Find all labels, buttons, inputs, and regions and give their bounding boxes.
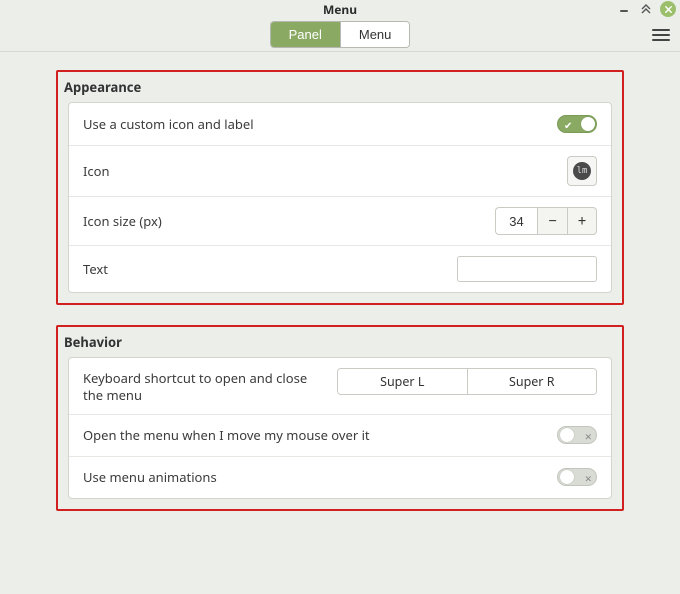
- row-text: Text: [69, 245, 611, 292]
- behavior-panel: Keyboard shortcut to open and close the …: [68, 357, 612, 499]
- appearance-legend: Appearance: [58, 72, 622, 102]
- icon-size-increment[interactable]: +: [567, 207, 597, 235]
- text-label: Text: [83, 260, 457, 278]
- appearance-group: Appearance Use a custom icon and label ✔…: [56, 70, 624, 305]
- close-button[interactable]: [660, 1, 676, 17]
- custom-icon-label: Use a custom icon and label: [83, 115, 557, 133]
- tab-panel[interactable]: Panel: [271, 22, 340, 47]
- shortcut-left[interactable]: Super L: [338, 369, 467, 394]
- icon-size-stepper: − +: [495, 207, 597, 235]
- behavior-legend: Behavior: [58, 327, 622, 357]
- hover-open-label: Open the menu when I move my mouse over …: [83, 426, 557, 444]
- icon-size-input[interactable]: [495, 207, 537, 235]
- shortcut-label: Keyboard shortcut to open and close the …: [83, 368, 313, 404]
- tab-menu[interactable]: Menu: [340, 22, 410, 47]
- row-animations: Use menu animations ✕: [69, 456, 611, 498]
- minimize-button[interactable]: [616, 1, 632, 17]
- row-custom-icon: Use a custom icon and label ✔: [69, 103, 611, 145]
- view-toggle: Panel Menu: [270, 21, 411, 48]
- maximize-button[interactable]: [638, 1, 654, 17]
- shortcut-right[interactable]: Super R: [467, 369, 597, 394]
- titlebar: Menu: [0, 0, 680, 18]
- toolbar: Panel Menu: [0, 18, 680, 52]
- check-icon: ✔: [564, 118, 572, 132]
- icon-size-label: Icon size (px): [83, 212, 495, 230]
- content: Appearance Use a custom icon and label ✔…: [0, 52, 680, 511]
- row-hover-open: Open the menu when I move my mouse over …: [69, 414, 611, 456]
- icon-label: Icon: [83, 162, 567, 180]
- hamburger-menu-icon[interactable]: [652, 26, 670, 44]
- window-title: Menu: [323, 1, 357, 18]
- animations-toggle[interactable]: ✕: [557, 468, 597, 486]
- x-icon: ✕: [584, 430, 592, 443]
- window-controls: [616, 1, 676, 17]
- shortcut-selector: Super L Super R: [337, 368, 597, 395]
- icon-chooser-button[interactable]: lm: [567, 156, 597, 186]
- behavior-group: Behavior Keyboard shortcut to open and c…: [56, 325, 624, 511]
- row-icon-size: Icon size (px) − +: [69, 196, 611, 245]
- custom-icon-toggle[interactable]: ✔: [557, 115, 597, 133]
- x-icon: ✕: [584, 472, 592, 485]
- mint-logo-icon: lm: [573, 162, 591, 180]
- icon-size-decrement[interactable]: −: [537, 207, 567, 235]
- hover-open-toggle[interactable]: ✕: [557, 426, 597, 444]
- row-icon: Icon lm: [69, 145, 611, 196]
- appearance-panel: Use a custom icon and label ✔ Icon lm: [68, 102, 612, 293]
- animations-label: Use menu animations: [83, 468, 557, 486]
- row-shortcut: Keyboard shortcut to open and close the …: [69, 358, 611, 414]
- text-input[interactable]: [457, 256, 597, 282]
